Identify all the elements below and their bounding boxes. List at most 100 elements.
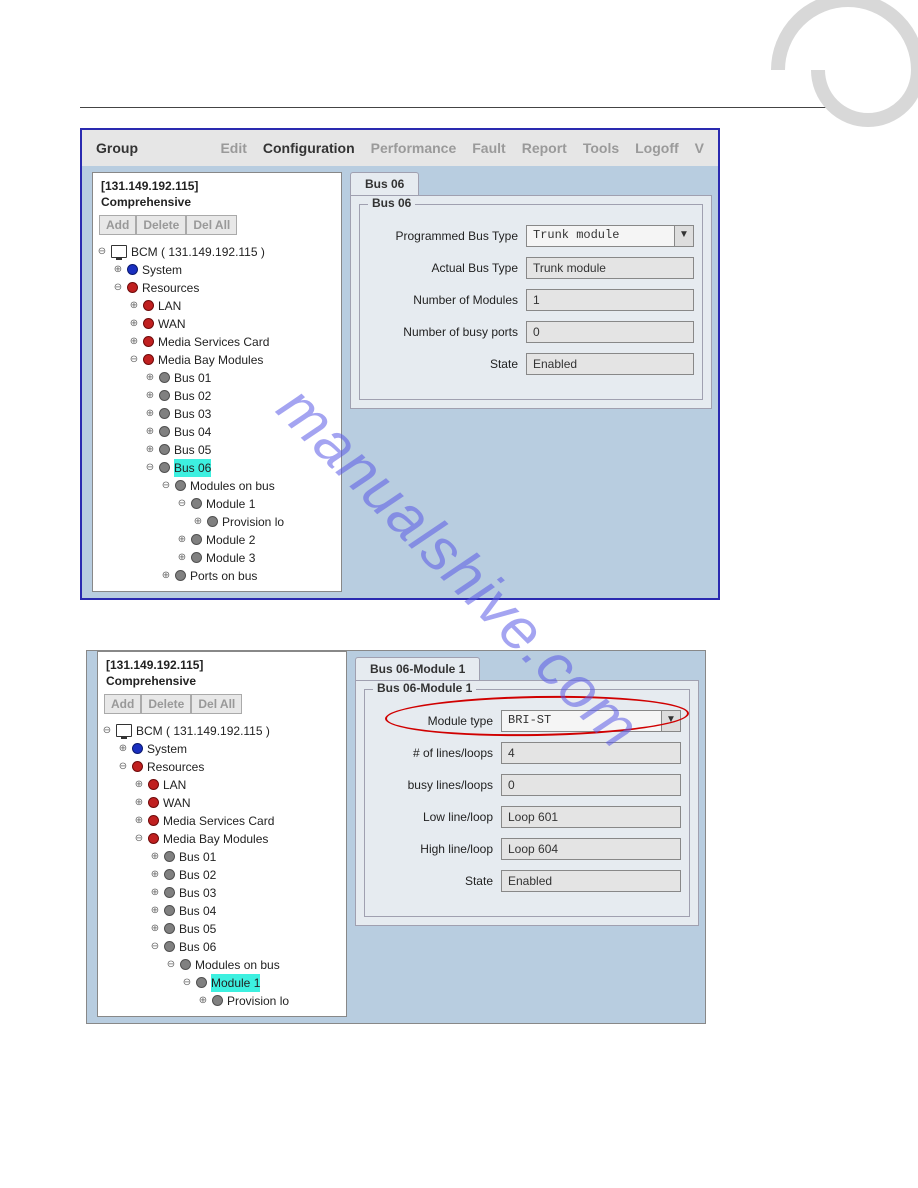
add-button[interactable]: Add bbox=[104, 694, 141, 714]
node-label: Module 3 bbox=[206, 549, 255, 567]
screenshot-module1: [131.149.192.115] Comprehensive Add Dele… bbox=[86, 650, 706, 1024]
node-label: Module 1 bbox=[206, 495, 255, 513]
label-num-lines: # of lines/loops bbox=[373, 746, 493, 760]
field-number-busy-ports: 0 bbox=[526, 321, 694, 343]
tree-bus05[interactable]: ⊕Bus 05 bbox=[97, 441, 337, 459]
label-programmed-bus-type: Programmed Bus Type bbox=[368, 229, 518, 243]
menu-fault[interactable]: Fault bbox=[472, 140, 505, 156]
bullet-icon bbox=[132, 761, 143, 772]
menu-group[interactable]: Group bbox=[96, 140, 138, 156]
tree-bus06[interactable]: ⊖Bus 06 bbox=[102, 938, 342, 956]
node-label: Media Bay Modules bbox=[163, 830, 268, 848]
tree-bus05[interactable]: ⊕Bus 05 bbox=[102, 920, 342, 938]
select-module-type[interactable]: BRI-ST▼ bbox=[501, 710, 681, 732]
tree-lan[interactable]: ⊕LAN bbox=[97, 297, 337, 315]
tree-module-3[interactable]: ⊕Module 3 bbox=[97, 549, 337, 567]
tree-msc[interactable]: ⊕Media Services Card bbox=[97, 333, 337, 351]
tree-modules-on-bus[interactable]: ⊖Modules on bus bbox=[102, 956, 342, 974]
bullet-icon bbox=[148, 815, 159, 826]
tree-ports-on-bus[interactable]: ⊕Ports on bus bbox=[97, 567, 337, 585]
separator-line bbox=[80, 107, 838, 108]
tree-provision[interactable]: ⊕Provision lo bbox=[102, 992, 342, 1010]
node-label: Bus 04 bbox=[174, 423, 211, 441]
menu-edit[interactable]: Edit bbox=[220, 140, 246, 156]
tab-module1[interactable]: Bus 06-Module 1 bbox=[355, 657, 480, 680]
delall-button[interactable]: Del All bbox=[186, 215, 237, 235]
bullet-icon bbox=[159, 390, 170, 401]
tree-modules-on-bus[interactable]: ⊖Modules on bus bbox=[97, 477, 337, 495]
bullet-icon bbox=[148, 779, 159, 790]
tree-lan[interactable]: ⊕LAN bbox=[102, 776, 342, 794]
bullet-icon bbox=[175, 570, 186, 581]
delete-button[interactable]: Delete bbox=[136, 215, 186, 235]
bullet-icon bbox=[164, 905, 175, 916]
menu-performance[interactable]: Performance bbox=[371, 140, 457, 156]
tree-provision[interactable]: ⊕Provision lo bbox=[97, 513, 337, 531]
tree-bus01[interactable]: ⊕Bus 01 bbox=[102, 848, 342, 866]
field-busy-lines: 0 bbox=[501, 774, 681, 796]
tree-wan[interactable]: ⊕WAN bbox=[97, 315, 337, 333]
tree-ip: [131.149.192.115] bbox=[93, 173, 341, 195]
bullet-icon bbox=[164, 923, 175, 934]
tree-bus02[interactable]: ⊕Bus 02 bbox=[102, 866, 342, 884]
tree-bus04[interactable]: ⊕Bus 04 bbox=[102, 902, 342, 920]
screenshot-bus06: Group Edit Configuration Performance Fau… bbox=[80, 128, 720, 600]
tree-resources[interactable]: ⊖Resources bbox=[97, 279, 337, 297]
label-high-line: High line/loop bbox=[373, 842, 493, 856]
node-label: Media Services Card bbox=[158, 333, 269, 351]
node-label: System bbox=[147, 740, 187, 758]
fieldset-module1: Bus 06-Module 1 Module type BRI-ST▼ # of… bbox=[364, 689, 690, 917]
tree-system[interactable]: ⊕System bbox=[97, 261, 337, 279]
menu-configuration[interactable]: Configuration bbox=[263, 140, 355, 156]
node-label: Bus 03 bbox=[174, 405, 211, 423]
tree-system[interactable]: ⊕System bbox=[102, 740, 342, 758]
tree-msc[interactable]: ⊕Media Services Card bbox=[102, 812, 342, 830]
menu-tools[interactable]: Tools bbox=[583, 140, 619, 156]
tree-mode: Comprehensive bbox=[98, 674, 346, 694]
bullet-icon bbox=[164, 941, 175, 952]
panel-module1: Bus 06-Module 1 Module type BRI-ST▼ # of… bbox=[355, 680, 699, 926]
delall-button[interactable]: Del All bbox=[191, 694, 242, 714]
select-programmed-bus-type[interactable]: Trunk module▼ bbox=[526, 225, 694, 247]
tree-bus01[interactable]: ⊕Bus 01 bbox=[97, 369, 337, 387]
bullet-icon bbox=[127, 264, 138, 275]
tree-bus04[interactable]: ⊕Bus 04 bbox=[97, 423, 337, 441]
node-label: Modules on bus bbox=[190, 477, 275, 495]
tree-root[interactable]: ⊖BCM ( 131.149.192.115 ) bbox=[97, 243, 337, 261]
add-button[interactable]: Add bbox=[99, 215, 136, 235]
node-label: Media Bay Modules bbox=[158, 351, 263, 369]
tree-resources[interactable]: ⊖Resources bbox=[102, 758, 342, 776]
menu-report[interactable]: Report bbox=[522, 140, 567, 156]
bullet-icon bbox=[191, 534, 202, 545]
tree-mbm[interactable]: ⊖Media Bay Modules bbox=[102, 830, 342, 848]
bullet-icon bbox=[159, 444, 170, 455]
node-label: Bus 04 bbox=[179, 902, 216, 920]
delete-button[interactable]: Delete bbox=[141, 694, 191, 714]
tree-bus03[interactable]: ⊕Bus 03 bbox=[97, 405, 337, 423]
tree-module-1[interactable]: ⊖Module 1 bbox=[102, 974, 342, 992]
tab-bus06[interactable]: Bus 06 bbox=[350, 172, 419, 195]
detail-pane: Bus 06 Bus 06 Programmed Bus Type Trunk … bbox=[346, 166, 718, 598]
field-state: Enabled bbox=[526, 353, 694, 375]
bullet-icon bbox=[191, 498, 202, 509]
tree-module-1[interactable]: ⊖Module 1 bbox=[97, 495, 337, 513]
tree-bus03[interactable]: ⊕Bus 03 bbox=[102, 884, 342, 902]
menu-logoff[interactable]: Logoff bbox=[635, 140, 679, 156]
field-low-line: Loop 601 bbox=[501, 806, 681, 828]
nav-tree: ⊖BCM ( 131.149.192.115 ) ⊕System ⊖Resour… bbox=[98, 720, 346, 1016]
bullet-icon bbox=[127, 282, 138, 293]
node-label: Bus 01 bbox=[174, 369, 211, 387]
menubar: Group Edit Configuration Performance Fau… bbox=[82, 130, 718, 166]
tree-module-2[interactable]: ⊕Module 2 bbox=[97, 531, 337, 549]
bullet-icon bbox=[148, 797, 159, 808]
tree-bus06[interactable]: ⊖Bus 06 bbox=[97, 459, 337, 477]
menu-v[interactable]: V bbox=[695, 140, 704, 156]
node-label: LAN bbox=[163, 776, 186, 794]
tree-root[interactable]: ⊖BCM ( 131.149.192.115 ) bbox=[102, 722, 342, 740]
node-label: Bus 05 bbox=[174, 441, 211, 459]
label-module-type: Module type bbox=[373, 714, 493, 728]
tree-mbm[interactable]: ⊖Media Bay Modules bbox=[97, 351, 337, 369]
node-label: Resources bbox=[147, 758, 204, 776]
tree-wan[interactable]: ⊕WAN bbox=[102, 794, 342, 812]
tree-bus02[interactable]: ⊕Bus 02 bbox=[97, 387, 337, 405]
